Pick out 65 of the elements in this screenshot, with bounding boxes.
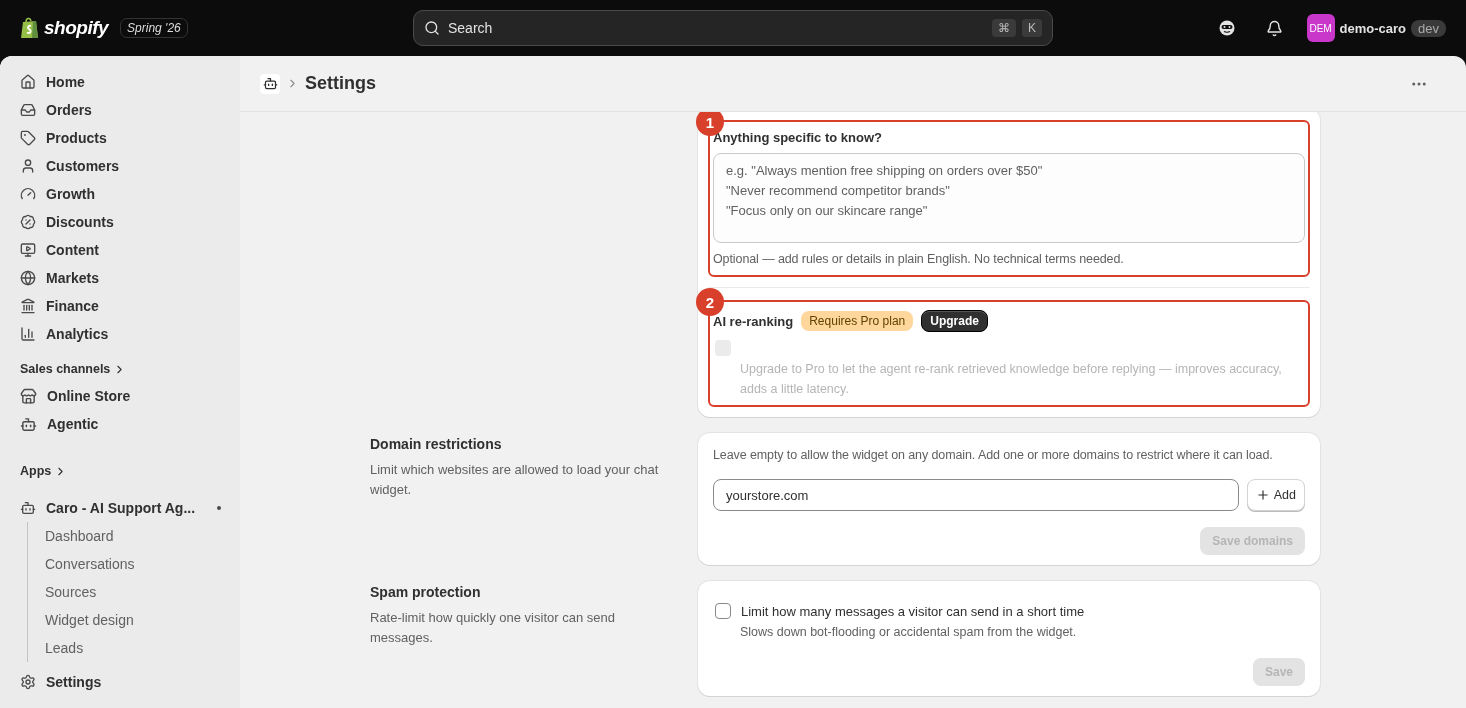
store-avatar[interactable]: DEM <box>1306 14 1335 42</box>
plan-tag: Requires Pro plan <box>801 311 914 331</box>
person-icon <box>20 158 36 174</box>
sidebar-item[interactable]: Content <box>0 236 240 264</box>
inbox-icon <box>20 102 36 118</box>
sidebar-subitem[interactable]: Widget design <box>28 606 240 634</box>
shopping-bag-icon <box>20 17 40 39</box>
sidebar-subitem[interactable]: Sources <box>28 578 240 606</box>
sidebar-item[interactable]: Settings <box>0 664 240 700</box>
sidebar-item[interactable]: Finance <box>0 292 240 320</box>
sales-channels-link[interactable]: Sales channels <box>0 362 240 376</box>
globe-icon <box>20 270 36 286</box>
add-button[interactable]: Add <box>1246 479 1305 511</box>
tag-icon <box>20 130 36 146</box>
sidebar-subitem[interactable]: Conversations <box>28 550 240 578</box>
checkbox[interactable] <box>715 603 731 619</box>
monitor-icon <box>20 242 36 258</box>
help-text: Optional — add rules or details in plain English. No technical terms needed. <box>713 251 1125 268</box>
sidebar-item[interactable]: Growth <box>0 180 240 208</box>
help-text: Leave empty to allow the widget on any domain. Add one or more domains to restrict where it can load. <box>713 447 1274 464</box>
shortcut-key: K <box>1022 19 1042 37</box>
sidebar-item[interactable]: Customers <box>0 152 240 180</box>
setting-description: Upgrade to Pro to let the agent re-rank retrieved knowledge before replying — improves accuracy, adds a little latency. <box>740 361 1283 398</box>
search-icon <box>424 20 440 36</box>
plus-icon <box>1255 488 1270 502</box>
checkbox-label: Limit how many messages a visitor can send in a short time <box>741 603 1085 619</box>
sidebar-item[interactable]: Home <box>0 68 240 96</box>
store-icon <box>20 387 37 405</box>
sidebar-item[interactable]: Products <box>0 124 240 152</box>
robot-icon[interactable] <box>260 73 280 94</box>
section-heading: Domain restrictions <box>370 436 503 452</box>
sidebar-item[interactable]: Caro - AI Support Ag... <box>0 494 240 522</box>
release-badge: Spring '26 <box>120 18 188 38</box>
search-field[interactable]: Search ⌘ K <box>413 10 1053 46</box>
setting-title: AI re-ranking <box>713 313 794 329</box>
home-icon <box>20 74 36 90</box>
hint-text: Slows down bot-flooding or accidental spam from the widget. <box>740 624 1078 641</box>
sidebar-item[interactable]: Discounts <box>0 208 240 236</box>
robot-icon <box>20 500 36 516</box>
section-description: Limit which websites are allowed to load your chat widget. <box>370 461 660 499</box>
sidebar-item[interactable]: Analytics <box>0 320 240 348</box>
dev-badge: dev <box>1411 19 1446 37</box>
robot-icon <box>20 415 37 433</box>
instructions-field[interactable]: e.g. "Always mention free shipping on orders over $50" "Never recommend competitor brands" "Focus only on our skincare range" <box>713 153 1305 243</box>
step-number: 2 <box>696 288 724 316</box>
discount-icon <box>20 214 36 230</box>
sidebar-subitem[interactable]: Leads <box>28 634 240 662</box>
settings-icon <box>20 674 36 690</box>
domain-field[interactable]: yourstore.com <box>713 479 1239 511</box>
sidebar-subitem[interactable]: Dashboard <box>28 522 240 550</box>
bank-icon <box>20 298 36 314</box>
section-heading: Spam protection <box>370 584 482 600</box>
search-input[interactable]: Search <box>446 19 986 37</box>
shortcut-key: ⌘ <box>992 19 1016 37</box>
brand-name: shopify <box>44 17 109 39</box>
apps-link[interactable]: Apps <box>0 464 240 478</box>
store-name[interactable]: demo-caro <box>1339 20 1407 36</box>
bar-chart-icon <box>20 326 36 342</box>
sidebar-item[interactable]: Agentic <box>0 410 240 438</box>
section-description: Rate-limit how quickly one visitor can send messages. <box>370 609 616 647</box>
sidebar-item[interactable]: Online Store <box>0 382 240 410</box>
gauge-icon <box>20 186 36 202</box>
sidebar-item[interactable]: Orders <box>0 96 240 124</box>
page-title: Settings <box>305 73 376 94</box>
sidebar-item[interactable]: Markets <box>0 264 240 292</box>
